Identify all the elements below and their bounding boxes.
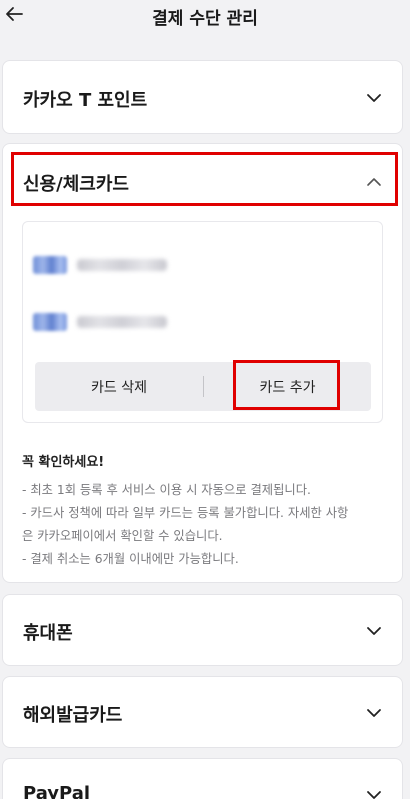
section-overseas-card[interactable]: 해외발급카드 bbox=[2, 676, 403, 748]
highlight-section-header bbox=[11, 152, 398, 206]
chevron-down-icon[interactable] bbox=[366, 787, 382, 799]
card-item[interactable] bbox=[33, 254, 193, 276]
notice-line: - 최초 1회 등록 후 서비스 이용 시 자동으로 결제됩니다. bbox=[22, 483, 311, 497]
top-bar: 결제 수단 관리 bbox=[0, 0, 410, 34]
chevron-down-icon[interactable] bbox=[366, 90, 382, 106]
page-title: 결제 수단 관리 bbox=[152, 9, 258, 29]
delete-card-button[interactable]: 카드 삭제 bbox=[35, 362, 203, 411]
notice-line: 은 카카오페이에서 확인할 수 있습니다. bbox=[22, 529, 223, 543]
chevron-down-icon[interactable] bbox=[366, 623, 382, 639]
highlight-add-card-button bbox=[233, 360, 340, 410]
section-title-overseas-card: 해외발급카드 bbox=[23, 705, 123, 726]
card-logo-icon bbox=[33, 313, 67, 331]
card-number-masked bbox=[77, 316, 167, 328]
section-kakao-t-point[interactable]: 카카오 T 포인트 bbox=[2, 60, 403, 134]
notice-title: 꼭 확인하세요! bbox=[22, 455, 105, 470]
card-item[interactable] bbox=[33, 311, 193, 333]
notice-line: - 결제 취소는 6개월 이내에만 가능합니다. bbox=[22, 552, 239, 566]
section-title-mobile-phone: 휴대폰 bbox=[23, 623, 73, 644]
card-logo-icon bbox=[33, 256, 67, 274]
section-mobile-phone[interactable]: 휴대폰 bbox=[2, 594, 403, 666]
section-paypal[interactable]: PayPal bbox=[2, 758, 403, 799]
notice-line: - 카드사 정책에 따라 일부 카드는 등록 불가합니다. 자세한 사항 bbox=[22, 506, 349, 520]
card-number-masked bbox=[77, 259, 167, 271]
section-title-paypal: PayPal bbox=[23, 783, 91, 799]
chevron-down-icon[interactable] bbox=[366, 705, 382, 721]
section-title-kakao-t-point: 카카오 T 포인트 bbox=[23, 90, 148, 111]
